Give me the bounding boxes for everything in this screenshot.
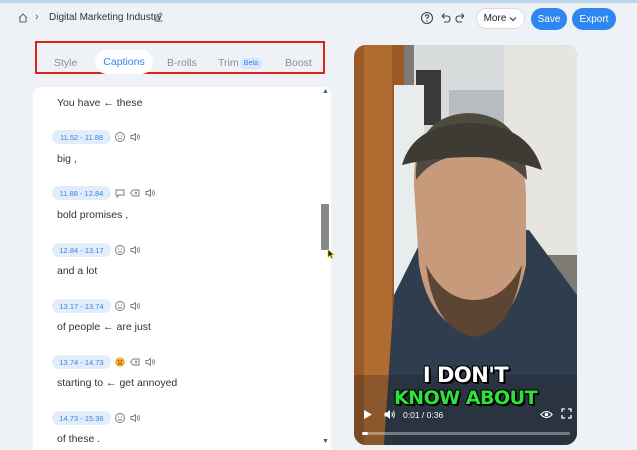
tab-b-rolls[interactable]: B-rolls <box>167 57 197 69</box>
emoji-icon[interactable] <box>114 244 126 256</box>
backspace-icon[interactable] <box>129 356 141 368</box>
tab-trim[interactable]: Trim <box>218 57 239 69</box>
caption-text[interactable]: You have ← these <box>57 97 142 109</box>
emoji-icon[interactable] <box>114 131 126 143</box>
export-button[interactable]: Export <box>572 8 616 30</box>
scrollbar-thumb[interactable] <box>321 204 329 250</box>
save-button[interactable]: Save <box>531 8 567 30</box>
chevron-down-icon <box>510 16 517 21</box>
edit-icon[interactable] <box>153 11 164 22</box>
more-label: More <box>483 13 507 24</box>
fullscreen-icon[interactable] <box>561 408 572 419</box>
caption-text[interactable]: and a lot <box>57 265 97 277</box>
caption-time-badge[interactable]: 12.84 - 13.17 <box>52 243 111 257</box>
home-icon[interactable] <box>17 12 29 24</box>
speaker-icon[interactable] <box>129 412 141 424</box>
play-icon[interactable] <box>362 409 373 420</box>
more-button[interactable]: More <box>476 8 525 29</box>
emoji-icon[interactable] <box>114 412 126 424</box>
tab-boost[interactable]: Boost <box>285 57 312 69</box>
scroll-down-arrow-icon[interactable]: ▼ <box>322 438 329 445</box>
beta-badge: Beta <box>240 58 262 69</box>
caption-time-badge[interactable]: 11.88 - 12.84 <box>52 186 111 200</box>
video-progress-bar[interactable] <box>362 432 570 435</box>
header-bar: › Digital Marketing Industry More Save E… <box>0 3 637 35</box>
volume-icon[interactable] <box>383 408 396 421</box>
comment-icon[interactable] <box>114 187 126 199</box>
caption-text[interactable]: of these . <box>57 433 100 445</box>
caption-text[interactable]: starting to ← get annoyed <box>57 377 177 389</box>
project-title[interactable]: Digital Marketing Industry <box>49 12 162 23</box>
speaker-icon[interactable] <box>129 300 141 312</box>
mouse-cursor-icon <box>327 249 335 259</box>
tab-style[interactable]: Style <box>54 57 77 69</box>
video-time-readout: 0:01 / 0:36 <box>403 410 444 420</box>
eye-icon[interactable] <box>540 409 553 420</box>
video-preview[interactable]: I DON'T KNOW ABOUT <box>354 45 577 445</box>
speaker-icon[interactable] <box>129 244 141 256</box>
video-subtitle-line-1: I DON'T <box>422 363 509 387</box>
video-progress-fill <box>362 432 369 435</box>
caption-time-badge[interactable]: 13.17 - 13.74 <box>52 299 111 313</box>
backspace-icon[interactable] <box>129 187 141 199</box>
redo-icon[interactable] <box>454 11 468 25</box>
captions-scrollbar[interactable] <box>320 88 330 450</box>
speaker-icon[interactable] <box>144 187 156 199</box>
help-icon[interactable] <box>420 11 434 25</box>
video-subtitle-line-2: KNOW ABOUT <box>393 387 538 409</box>
caption-time-badge[interactable]: 11.52 - 11.88 <box>52 130 111 144</box>
caption-time-badge[interactable]: 14.73 - 15.36 <box>52 411 111 425</box>
chevron-right-icon: › <box>35 11 39 23</box>
speaker-icon[interactable] <box>129 131 141 143</box>
caption-text[interactable]: bold promises , <box>57 209 128 221</box>
caption-text[interactable]: big , <box>57 153 77 165</box>
caption-time-badge[interactable]: 13.74 - 14.73 <box>52 355 111 369</box>
speaker-icon[interactable] <box>144 356 156 368</box>
caption-text[interactable]: of people ← are just <box>57 321 151 333</box>
emoji-icon[interactable] <box>114 300 126 312</box>
undo-icon[interactable] <box>438 11 452 25</box>
tab-captions[interactable]: Captions <box>95 50 153 74</box>
scroll-up-arrow-icon[interactable]: ▲ <box>322 88 329 95</box>
captions-panel: You have ← these 11.52 - 11.88 big , 11.… <box>33 87 331 450</box>
annoyed-emoji-icon[interactable] <box>114 356 126 368</box>
